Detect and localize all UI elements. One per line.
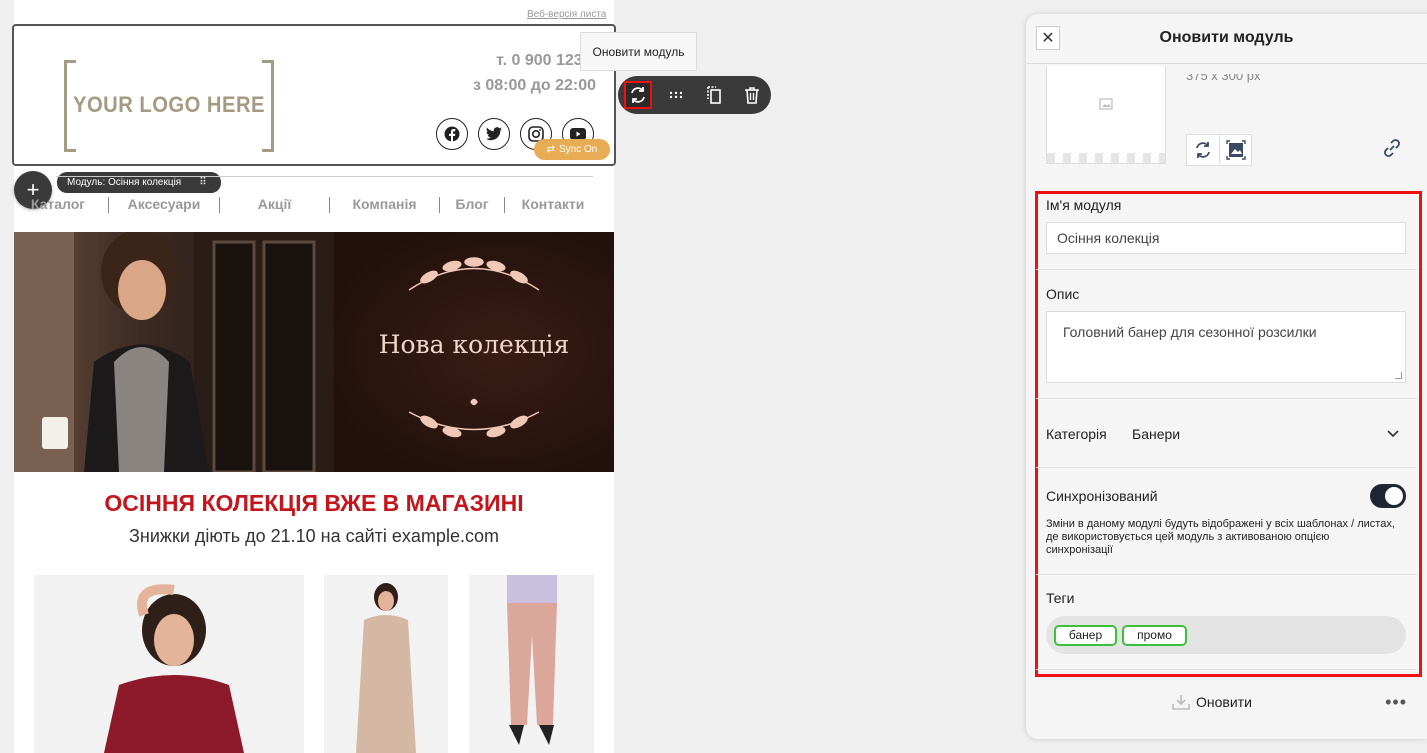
panel-header: ✕ Оновити модуль [1026,14,1427,64]
description-label: Опис [1046,286,1080,302]
promo-headline: ОСІННЯ КОЛЕКЦІЯ ВЖЕ В МАГАЗИНІ [104,490,524,516]
module-label-text: Модуль: Осіння колекція [67,177,182,188]
product-image-1[interactable] [34,575,304,753]
product-image-3[interactable] [469,575,594,753]
promo-subline: Знижки діють до 21.10 на сайті example.c… [129,526,499,546]
tags-input[interactable]: банер промо [1046,616,1406,654]
logo: YOUR LOGO HERE [64,60,274,152]
description-section: Опис Головний банер для сезонної розсилк… [1036,270,1417,399]
banner-photo [14,232,334,472]
sync-arrows-icon: ⇄ [546,144,556,155]
hero-banner[interactable]: Нова колекція [14,232,614,472]
refresh-icon [631,87,645,103]
sync-description: Зміни в даному модулі будуть відображені… [1046,518,1395,556]
contact-info: т. 0 900 123 4 з 08:00 до 22:00 [456,48,596,98]
module-toolbar [618,76,771,114]
module-thumbnail[interactable] [1046,66,1166,164]
panel-footer: Оновити ••• [1026,684,1427,724]
sync-section: Синхронізований Зміни в даному модулі бу… [1036,468,1417,575]
update-module-button[interactable] [624,81,652,109]
module-name-input[interactable]: Осіння колекція [1046,222,1406,254]
drag-dots-icon [669,91,683,99]
tag-chip[interactable]: банер [1054,624,1117,646]
banner-title: Нова колекція [378,330,570,359]
sync-on-label: Sync On [559,144,598,155]
tags-label: Теги [1046,590,1075,606]
nav-item-company[interactable]: Компанія [330,196,439,213]
thumbnail-dimensions: 375 x 300 px [1186,68,1261,83]
nav-item-accessories[interactable]: Аксесуари [109,196,219,213]
module-name-section: Ім'я модуля Осіння колекція [1036,194,1417,270]
nav-item-promotions[interactable]: Акції [220,196,329,213]
update-module-tooltip: Оновити модуль [580,32,697,71]
duplicate-module-button[interactable] [700,81,728,109]
module-name-label: Ім'я модуля [1046,197,1122,213]
update-button[interactable]: Оновити [1172,694,1252,710]
nav-item-blog[interactable]: Блог [440,196,504,213]
refresh-thumbnail-button[interactable] [1187,135,1219,165]
web-version-link[interactable]: Веб-версія листа [527,9,606,20]
description-textarea[interactable]: Головний банер для сезонної розсилки [1046,311,1406,383]
image-placeholder-icon [1099,98,1113,110]
tags-section: Теги банер промо [1036,575,1417,670]
nav-item-contacts[interactable]: Контакти [505,196,601,213]
sync-on-badge: ⇄ Sync On [534,139,610,160]
category-label: Категорія [1046,426,1107,442]
replace-image-button[interactable] [1219,135,1251,165]
tag-chip[interactable]: промо [1122,624,1187,646]
facebook-icon[interactable] [436,118,468,150]
category-select[interactable]: Банери [1132,426,1180,442]
trash-icon [745,87,759,104]
working-hours: з 08:00 до 22:00 [472,77,596,94]
link-icon[interactable] [1382,138,1402,163]
category-section[interactable]: Категорія Банери [1036,399,1417,468]
delete-module-button[interactable] [738,81,766,109]
move-module-button[interactable] [662,81,690,109]
email-navigation: Каталог Аксесуари Акції Компанія Блог Ко… [14,196,614,213]
more-options-icon[interactable]: ••• [1385,692,1407,713]
chevron-down-icon[interactable] [1387,425,1399,441]
nav-divider [56,176,593,177]
download-icon [1172,695,1190,710]
twitter-icon[interactable] [478,118,510,150]
panel-title: Оновити модуль [1159,29,1294,46]
refresh-icon [1196,142,1210,158]
copy-icon [707,86,721,104]
logo-text: YOUR LOGO HERE [73,92,265,117]
sync-label: Синхронізований [1046,488,1158,504]
phone-number: т. 0 900 123 4 [496,52,596,69]
header-module[interactable]: YOUR LOGO HERE т. 0 900 123 4 з 08:00 до… [12,24,616,166]
description-text: Головний банер для сезонної розсилки [1063,324,1317,340]
image-crop-icon [1225,140,1246,160]
resize-handle[interactable] [1395,372,1402,379]
drag-grip-icon[interactable]: ⠿ [199,177,207,188]
update-button-label: Оновити [1196,694,1252,710]
product-image-2[interactable] [324,575,448,753]
thumbnail-actions [1186,134,1252,166]
sync-toggle[interactable] [1370,484,1406,508]
update-module-panel: ✕ Оновити модуль 375 x 300 px Ім'я модул… [1026,14,1427,739]
nav-item-catalog[interactable]: Каталог [8,196,108,213]
